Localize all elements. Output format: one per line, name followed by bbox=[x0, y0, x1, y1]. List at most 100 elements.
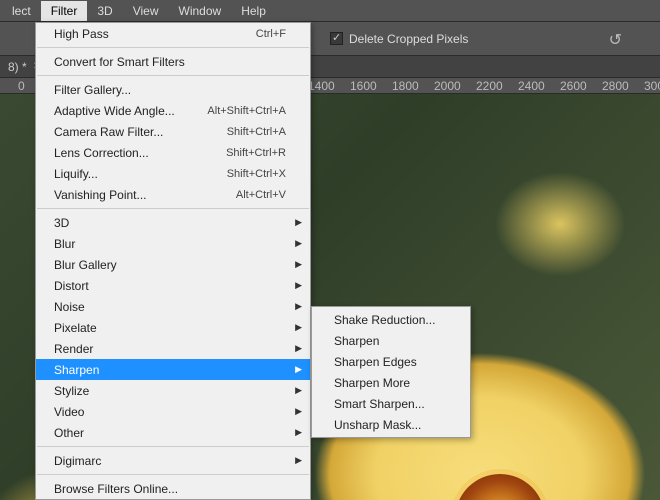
sharpen-submenu: Shake Reduction... Sharpen Sharpen Edges… bbox=[311, 306, 471, 438]
menu-label: Sharpen More bbox=[334, 376, 410, 390]
submenu-item-sharpen-more[interactable]: Sharpen More bbox=[312, 372, 470, 393]
menu-item-distort[interactable]: Distort ▶ bbox=[36, 275, 310, 296]
menu-separator bbox=[37, 474, 309, 475]
menu-label: Other bbox=[54, 426, 84, 440]
menu-label: Noise bbox=[54, 300, 85, 314]
menu-3d[interactable]: 3D bbox=[87, 1, 122, 21]
menu-item-other[interactable]: Other ▶ bbox=[36, 422, 310, 443]
menu-item-render[interactable]: Render ▶ bbox=[36, 338, 310, 359]
chevron-right-icon: ▶ bbox=[295, 406, 302, 417]
menu-label: Unsharp Mask... bbox=[334, 418, 421, 432]
menu-select[interactable]: lect bbox=[2, 1, 41, 21]
menu-shortcut: Alt+Ctrl+V bbox=[236, 189, 286, 201]
submenu-item-sharpen-edges[interactable]: Sharpen Edges bbox=[312, 351, 470, 372]
menu-label: Sharpen Edges bbox=[334, 355, 417, 369]
menu-item-digimarc[interactable]: Digimarc ▶ bbox=[36, 450, 310, 471]
submenu-item-sharpen[interactable]: Sharpen bbox=[312, 330, 470, 351]
chevron-right-icon: ▶ bbox=[295, 280, 302, 291]
chevron-right-icon: ▶ bbox=[295, 385, 302, 396]
menu-label: Liquify... bbox=[54, 167, 98, 181]
ruler-tick: 2000 bbox=[434, 79, 461, 93]
menu-separator bbox=[37, 446, 309, 447]
menu-separator bbox=[37, 208, 309, 209]
chevron-right-icon: ▶ bbox=[295, 455, 302, 466]
menu-label: Convert for Smart Filters bbox=[54, 55, 185, 69]
submenu-item-shake-reduction[interactable]: Shake Reduction... bbox=[312, 309, 470, 330]
chevron-right-icon: ▶ bbox=[295, 217, 302, 228]
menu-item-vanishing-point[interactable]: Vanishing Point... Alt+Ctrl+V bbox=[36, 184, 310, 205]
menu-item-sharpen[interactable]: Sharpen ▶ bbox=[36, 359, 310, 380]
menu-shortcut: Shift+Ctrl+X bbox=[227, 168, 286, 180]
menu-label: Digimarc bbox=[54, 454, 101, 468]
chevron-right-icon: ▶ bbox=[295, 238, 302, 249]
ruler-tick: 2800 bbox=[602, 79, 629, 93]
menu-label: 3D bbox=[54, 216, 69, 230]
menu-item-stylize[interactable]: Stylize ▶ bbox=[36, 380, 310, 401]
menu-separator bbox=[37, 47, 309, 48]
checkbox-icon bbox=[330, 32, 343, 45]
ruler-tick: 2200 bbox=[476, 79, 503, 93]
menu-item-camera-raw[interactable]: Camera Raw Filter... Shift+Ctrl+A bbox=[36, 121, 310, 142]
ruler-tick: 3000 bbox=[644, 79, 660, 93]
chevron-right-icon: ▶ bbox=[295, 259, 302, 270]
chevron-right-icon: ▶ bbox=[295, 301, 302, 312]
menu-item-blur[interactable]: Blur ▶ bbox=[36, 233, 310, 254]
delete-cropped-option[interactable]: Delete Cropped Pixels bbox=[330, 32, 468, 46]
ruler-tick: 1400 bbox=[308, 79, 335, 93]
ruler-tick: 2600 bbox=[560, 79, 587, 93]
menu-label: Vanishing Point... bbox=[54, 188, 147, 202]
chevron-right-icon: ▶ bbox=[295, 364, 302, 375]
reset-icon[interactable]: ↺ bbox=[609, 30, 622, 50]
menu-item-pixelate[interactable]: Pixelate ▶ bbox=[36, 317, 310, 338]
menu-label: Render bbox=[54, 342, 93, 356]
menu-item-lens-correction[interactable]: Lens Correction... Shift+Ctrl+R bbox=[36, 142, 310, 163]
ruler-tick: 1600 bbox=[350, 79, 377, 93]
delete-cropped-label: Delete Cropped Pixels bbox=[349, 32, 468, 46]
menu-item-3d[interactable]: 3D ▶ bbox=[36, 212, 310, 233]
menu-window[interactable]: Window bbox=[169, 1, 232, 21]
chevron-right-icon: ▶ bbox=[295, 322, 302, 333]
menubar: lect Filter 3D View Window Help bbox=[0, 0, 660, 22]
submenu-item-unsharp-mask[interactable]: Unsharp Mask... bbox=[312, 414, 470, 435]
menu-label: Adaptive Wide Angle... bbox=[54, 104, 175, 118]
submenu-item-smart-sharpen[interactable]: Smart Sharpen... bbox=[312, 393, 470, 414]
menu-shortcut: Shift+Ctrl+A bbox=[227, 126, 286, 138]
menu-label: Sharpen bbox=[334, 334, 379, 348]
menu-label: Smart Sharpen... bbox=[334, 397, 425, 411]
menu-label: Video bbox=[54, 405, 84, 419]
menu-label: Shake Reduction... bbox=[334, 313, 435, 327]
menu-item-video[interactable]: Video ▶ bbox=[36, 401, 310, 422]
document-tab-label: 8) * bbox=[8, 60, 27, 74]
menu-shortcut: Alt+Shift+Ctrl+A bbox=[207, 105, 286, 117]
menu-item-liquify[interactable]: Liquify... Shift+Ctrl+X bbox=[36, 163, 310, 184]
menu-view[interactable]: View bbox=[123, 1, 169, 21]
menu-label: Filter Gallery... bbox=[54, 83, 131, 97]
menu-filter[interactable]: Filter bbox=[41, 1, 88, 21]
menu-item-adaptive-wide-angle[interactable]: Adaptive Wide Angle... Alt+Shift+Ctrl+A bbox=[36, 100, 310, 121]
menu-item-convert-smart[interactable]: Convert for Smart Filters bbox=[36, 51, 310, 72]
menu-label: Camera Raw Filter... bbox=[54, 125, 163, 139]
menu-shortcut: Ctrl+F bbox=[256, 28, 286, 40]
menu-shortcut: Shift+Ctrl+R bbox=[226, 147, 286, 159]
menu-item-blur-gallery[interactable]: Blur Gallery ▶ bbox=[36, 254, 310, 275]
menu-item-browse-online[interactable]: Browse Filters Online... bbox=[36, 478, 310, 499]
ruler-tick: 0 bbox=[18, 79, 25, 93]
menu-label: Pixelate bbox=[54, 321, 97, 335]
menu-label: Browse Filters Online... bbox=[54, 482, 178, 496]
chevron-right-icon: ▶ bbox=[295, 343, 302, 354]
filter-dropdown: High Pass Ctrl+F Convert for Smart Filte… bbox=[35, 22, 311, 500]
menu-label: Stylize bbox=[54, 384, 89, 398]
ruler-tick: 2400 bbox=[518, 79, 545, 93]
menu-item-noise[interactable]: Noise ▶ bbox=[36, 296, 310, 317]
menu-label: Blur bbox=[54, 237, 75, 251]
menu-help[interactable]: Help bbox=[231, 1, 276, 21]
ruler-tick: 1800 bbox=[392, 79, 419, 93]
menu-separator bbox=[37, 75, 309, 76]
menu-label: Lens Correction... bbox=[54, 146, 149, 160]
menu-label: Distort bbox=[54, 279, 89, 293]
menu-label: Blur Gallery bbox=[54, 258, 117, 272]
menu-item-high-pass[interactable]: High Pass Ctrl+F bbox=[36, 23, 310, 44]
chevron-right-icon: ▶ bbox=[295, 427, 302, 438]
menu-label: Sharpen bbox=[54, 363, 99, 377]
menu-item-filter-gallery[interactable]: Filter Gallery... bbox=[36, 79, 310, 100]
